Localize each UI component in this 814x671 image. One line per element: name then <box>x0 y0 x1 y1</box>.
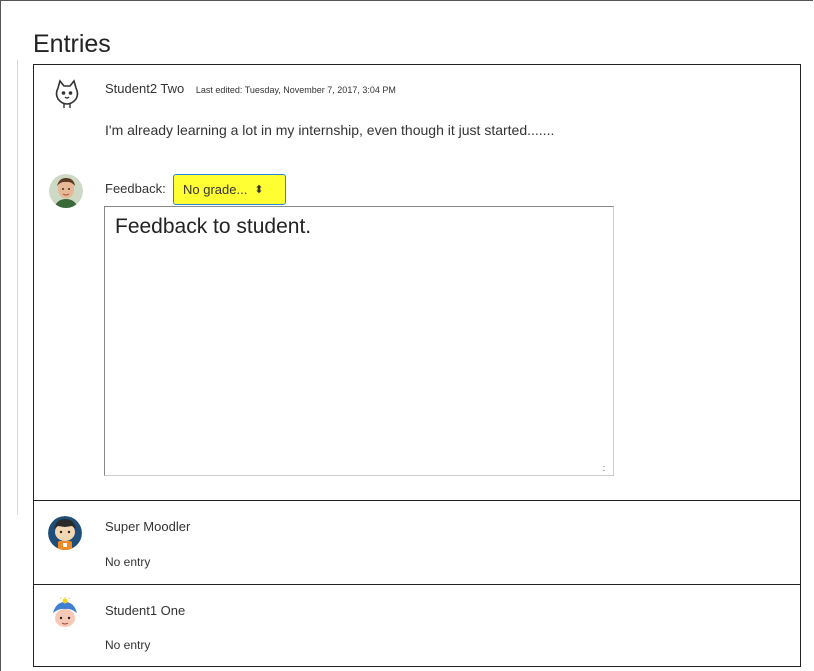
entry-status: No entry <box>105 638 151 652</box>
teacher-avatar-icon <box>49 174 83 208</box>
entry-status: No entry <box>105 555 151 569</box>
author-name[interactable]: Super Moodler <box>105 519 190 534</box>
feedback-label: Feedback: <box>105 181 166 196</box>
entry-student2: Student2 Two Last edited: Tuesday, Novem… <box>33 64 801 500</box>
resize-handle-icon[interactable]: .:: <box>602 463 605 473</box>
entries-list: Student2 Two Last edited: Tuesday, Novem… <box>33 64 801 667</box>
entry-super-moodler: Super Moodler No entry <box>33 500 801 584</box>
entry-student1: Student1 One No entry <box>33 584 801 667</box>
page-title: Entries <box>33 30 111 58</box>
grade-select[interactable]: No grade... ⬍ <box>173 174 286 205</box>
divider <box>17 60 18 515</box>
last-edited: Last edited: Tuesday, November 7, 2017, … <box>195 85 396 95</box>
moodler-avatar-icon <box>48 516 82 550</box>
student-avatar-icon <box>48 597 82 631</box>
feedback-textarea[interactable]: Feedback to student. <box>104 206 614 476</box>
grade-selected-value: No grade... <box>183 182 248 197</box>
author-name[interactable]: Student1 One <box>105 603 185 618</box>
author-name[interactable]: Student2 Two <box>105 81 184 96</box>
select-arrows-icon: ⬍ <box>254 184 264 196</box>
cat-icon <box>50 77 84 111</box>
entry-author: Student2 Two Last edited: Tuesday, Novem… <box>105 81 396 96</box>
entry-text: I'm already learning a lot in my interns… <box>105 122 555 138</box>
